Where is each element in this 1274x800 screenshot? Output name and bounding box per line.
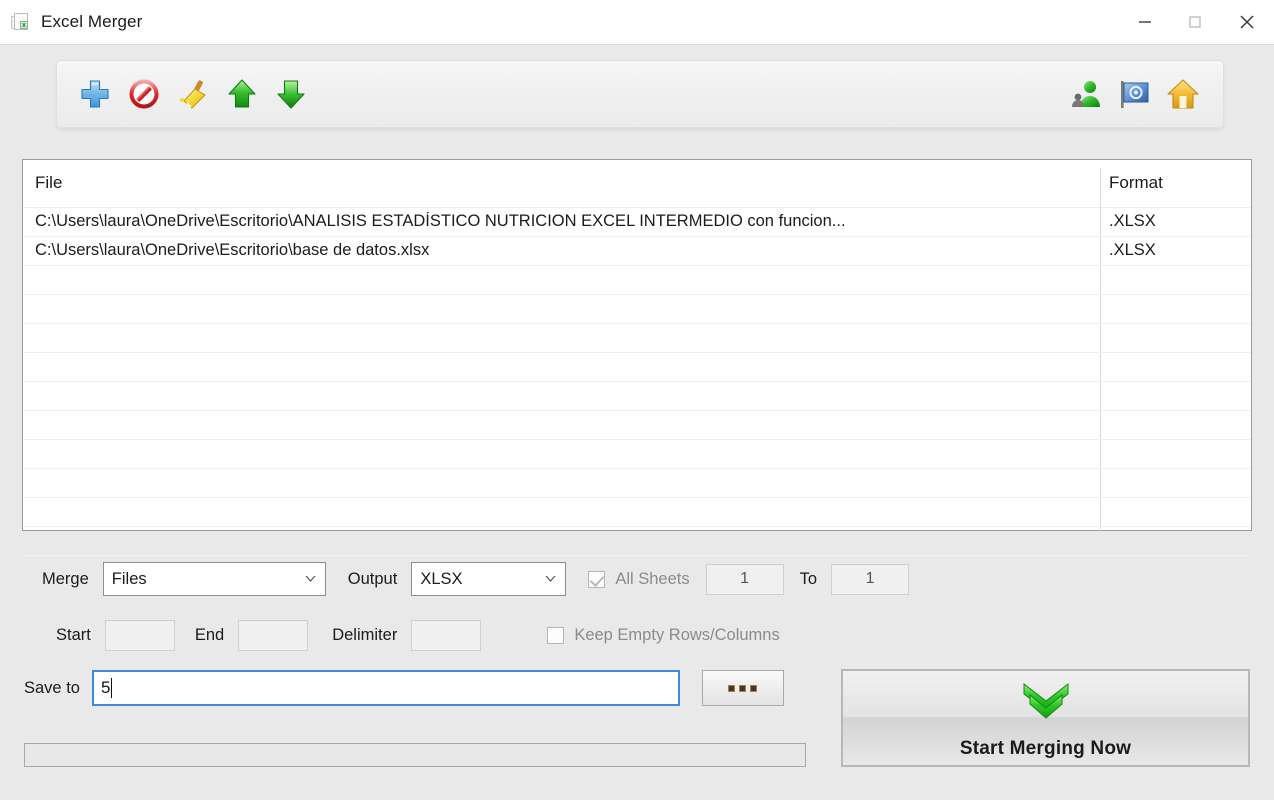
sheet-from-input[interactable]: 1 — [705, 563, 784, 595]
minimize-button[interactable] — [1120, 0, 1170, 45]
chevron-down-icon — [305, 575, 316, 582]
home-button[interactable] — [1165, 76, 1201, 112]
column-header-format[interactable]: Format — [1109, 173, 1163, 193]
table-row-empty[interactable] — [23, 498, 1251, 527]
window-controls — [1120, 0, 1274, 45]
merge-type-select[interactable]: Files — [102, 562, 326, 596]
range-options-row: Start End Delimiter Keep Empty Rows/Colu… — [56, 618, 780, 652]
table-row[interactable]: C:\Users\laura\OneDrive\Escritorio\ANALI… — [23, 208, 1251, 237]
table-row-empty[interactable] — [23, 382, 1251, 411]
ellipsis-dot-icon — [739, 684, 747, 692]
file-path-cell: C:\Users\laura\OneDrive\Escritorio\base … — [35, 241, 430, 259]
all-sheets-checkbox[interactable] — [588, 570, 606, 588]
text-caret — [111, 678, 113, 698]
file-format-cell: .XLSX — [1109, 241, 1156, 259]
merge-options-row: Merge Files Output XLSX All Sheets 1 To … — [42, 562, 910, 596]
excel-document-icon: x — [10, 11, 32, 33]
output-format-value: XLSX — [420, 569, 463, 588]
table-row-empty[interactable] — [23, 527, 1251, 556]
toolbar-right-group — [1069, 76, 1201, 112]
output-format-select[interactable]: XLSX — [411, 562, 567, 596]
browse-button[interactable] — [701, 670, 784, 706]
table-row-empty[interactable] — [23, 411, 1251, 440]
table-row-empty[interactable] — [23, 469, 1251, 498]
keep-empty-checkbox[interactable] — [547, 626, 565, 644]
table-row-empty[interactable] — [23, 324, 1251, 353]
progress-bar — [24, 743, 806, 767]
merge-label: Merge — [42, 569, 89, 588]
start-merging-label: Start Merging Now — [959, 737, 1132, 759]
start-merging-button[interactable]: Start Merging Now — [841, 669, 1250, 767]
start-input[interactable] — [104, 619, 175, 651]
file-list-header: File Format — [23, 160, 1251, 208]
chevron-down-icon — [545, 575, 556, 582]
output-label: Output — [347, 569, 398, 588]
to-label: To — [799, 569, 818, 588]
merge-type-value: Files — [111, 569, 147, 588]
toolbar — [56, 60, 1224, 128]
save-to-value: 5 — [100, 678, 111, 697]
title-bar: x Excel Merger — [0, 0, 1274, 45]
about-button[interactable] — [1117, 76, 1153, 112]
table-row[interactable]: C:\Users\laura\OneDrive\Escritorio\base … — [23, 237, 1251, 266]
remove-files-button[interactable] — [126, 76, 162, 112]
sheet-to-input[interactable]: 1 — [831, 563, 910, 595]
all-sheets-label: All Sheets — [615, 569, 690, 588]
column-header-file[interactable]: File — [35, 173, 62, 193]
table-row-empty[interactable] — [23, 295, 1251, 324]
save-to-label: Save to — [24, 678, 80, 697]
table-row-empty[interactable] — [23, 353, 1251, 382]
table-row-empty[interactable] — [23, 266, 1251, 295]
file-list[interactable]: File Format C:\Users\laura\OneDrive\Escr… — [22, 159, 1252, 556]
close-button[interactable] — [1220, 0, 1274, 45]
start-label: Start — [56, 625, 91, 644]
clear-list-button[interactable] — [175, 76, 211, 112]
file-path-cell: C:\Users\laura\OneDrive\Escritorio\ANALI… — [35, 212, 846, 230]
save-to-input[interactable]: 5 — [91, 670, 680, 706]
ellipsis-dot-icon — [728, 684, 736, 692]
file-format-cell: .XLSX — [1109, 212, 1156, 230]
ellipsis-dot-icon — [750, 684, 758, 692]
move-up-button[interactable] — [224, 76, 260, 112]
keep-empty-label: Keep Empty Rows/Columns — [574, 625, 780, 644]
window-title: Excel Merger — [41, 12, 143, 31]
end-label: End — [194, 625, 225, 644]
green-double-chevron-down-icon — [1016, 681, 1076, 728]
add-files-button[interactable] — [77, 76, 113, 112]
toolbar-left-group — [77, 76, 309, 112]
end-input[interactable] — [238, 619, 309, 651]
file-list-rows: C:\Users\laura\OneDrive\Escritorio\ANALI… — [23, 208, 1251, 556]
maximize-button[interactable] — [1170, 0, 1220, 45]
user-button[interactable] — [1069, 76, 1105, 112]
delimiter-label: Delimiter — [332, 625, 398, 644]
save-to-row: Save to 5 — [24, 670, 784, 706]
table-row-empty[interactable] — [23, 440, 1251, 469]
move-down-button[interactable] — [273, 76, 309, 112]
delimiter-input[interactable] — [411, 619, 482, 651]
